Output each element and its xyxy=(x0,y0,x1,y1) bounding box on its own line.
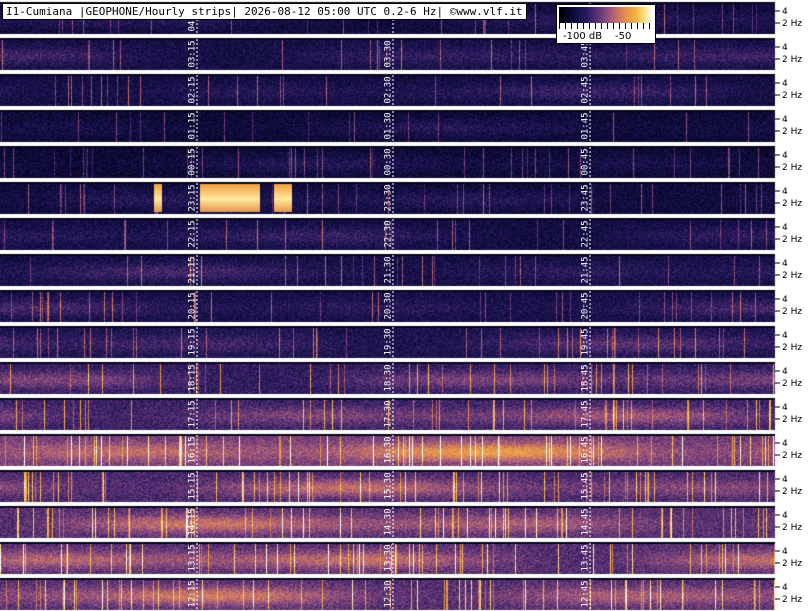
time-label: 17:30 xyxy=(384,400,394,427)
spectrogram-overlay: 04:1542 Hz03:1503:3003:4542 Hz02:1502:30… xyxy=(188,3,802,610)
time-label: 19:30 xyxy=(384,328,394,355)
time-label: 03:45 xyxy=(581,40,591,67)
time-label: 13:15 xyxy=(188,544,198,571)
time-label: 21:15 xyxy=(188,256,198,283)
frequency-tick-label: 4 xyxy=(782,187,788,197)
frequency-tick-label: 4 xyxy=(782,475,788,485)
time-label: 00:45 xyxy=(581,148,591,175)
time-label: 02:30 xyxy=(384,76,394,103)
time-label: 17:15 xyxy=(188,400,198,427)
time-label: 01:45 xyxy=(581,112,591,139)
time-label: 12:15 xyxy=(188,580,198,607)
frequency-tick-label: 4 xyxy=(782,511,788,521)
frequency-tick-label: 4 xyxy=(782,7,788,17)
colorbar-label-min: -100 dB xyxy=(563,31,603,42)
time-label: 01:30 xyxy=(384,112,394,139)
frequency-tick-label: 2 Hz xyxy=(782,595,802,605)
frequency-tick-label: 2 Hz xyxy=(782,91,802,101)
time-label: 22:30 xyxy=(384,220,394,247)
frequency-tick-label: 2 Hz xyxy=(782,559,802,569)
frequency-tick-label: 4 xyxy=(782,259,788,269)
time-label: 17:45 xyxy=(581,400,591,427)
time-label: 22:45 xyxy=(581,220,591,247)
frequency-tick-label: 4 xyxy=(782,439,788,449)
time-label: 18:30 xyxy=(384,364,394,391)
time-label: 01:15 xyxy=(188,112,198,139)
frequency-tick-label: 2 Hz xyxy=(782,379,802,389)
frequency-tick-label: 2 Hz xyxy=(782,415,802,425)
frequency-tick-label: 4 xyxy=(782,583,788,593)
frequency-tick-label: 4 xyxy=(782,223,788,233)
chart-title: I1-Cumiana |GEOPHONE/Hourly strips| 2026… xyxy=(2,3,527,20)
time-label: 15:15 xyxy=(188,472,198,499)
frequency-tick-label: 2 Hz xyxy=(782,523,802,533)
frequency-tick-label: 2 Hz xyxy=(782,307,802,317)
frequency-tick-label: 2 Hz xyxy=(782,235,802,245)
colorbar-legend: -100 dB -50 xyxy=(556,4,656,44)
frequency-tick-label: 4 xyxy=(782,547,788,557)
time-label: 14:45 xyxy=(581,508,591,535)
frequency-tick-label: 2 Hz xyxy=(782,199,802,209)
time-label: 19:45 xyxy=(581,328,591,355)
time-label: 20:30 xyxy=(384,292,394,319)
time-label: 20:15 xyxy=(188,292,198,319)
time-label: 00:30 xyxy=(384,148,394,175)
frequency-tick-label: 4 xyxy=(782,331,788,341)
frequency-tick-label: 2 Hz xyxy=(782,271,802,281)
frequency-tick-label: 2 Hz xyxy=(782,19,802,29)
frequency-tick-label: 2 Hz xyxy=(782,163,802,173)
colorbar-gradient xyxy=(559,7,652,23)
frequency-tick-label: 4 xyxy=(782,151,788,161)
time-label: 03:15 xyxy=(188,40,198,67)
time-label: 02:45 xyxy=(581,76,591,103)
frequency-tick-label: 4 xyxy=(782,79,788,89)
time-label: 21:30 xyxy=(384,256,394,283)
frequency-tick-label: 2 Hz xyxy=(782,487,802,497)
time-label: 02:15 xyxy=(188,76,198,103)
time-label: 22:15 xyxy=(188,220,198,247)
time-label: 18:15 xyxy=(188,364,198,391)
frequency-tick-label: 2 Hz xyxy=(782,343,802,353)
time-label: 18:45 xyxy=(581,364,591,391)
time-label: 19:15 xyxy=(188,328,198,355)
time-label: 13:45 xyxy=(581,544,591,571)
spectrogram-chart: 04:1542 Hz03:1503:3003:4542 Hz02:1502:30… xyxy=(0,0,812,611)
time-label: 00:15 xyxy=(188,148,198,175)
frequency-tick-label: 4 xyxy=(782,115,788,125)
time-label: 12:30 xyxy=(384,580,394,607)
frequency-tick-label: 4 xyxy=(782,367,788,377)
frequency-tick-label: 2 Hz xyxy=(782,55,802,65)
time-label: 23:45 xyxy=(581,184,591,211)
time-label: 14:15 xyxy=(188,508,198,535)
time-label: 13:30 xyxy=(384,544,394,571)
frequency-tick-label: 4 xyxy=(782,295,788,305)
time-label: 16:45 xyxy=(581,436,591,463)
time-label: 21:45 xyxy=(581,256,591,283)
time-label: 14:30 xyxy=(384,508,394,535)
frequency-tick-label: 4 xyxy=(782,403,788,413)
time-label: 16:15 xyxy=(188,436,198,463)
colorbar-ticks xyxy=(559,23,652,29)
frequency-tick-label: 2 Hz xyxy=(782,127,802,137)
time-label: 23:15 xyxy=(188,184,198,211)
time-label: 16:30 xyxy=(384,436,394,463)
frequency-tick-label: 4 xyxy=(782,43,788,53)
colorbar-label-max: -50 xyxy=(615,31,632,42)
frequency-tick-label: 2 Hz xyxy=(782,451,802,461)
time-label: 12:45 xyxy=(581,580,591,607)
time-label: 03:30 xyxy=(384,40,394,67)
time-label: 15:45 xyxy=(581,472,591,499)
time-label: 20:45 xyxy=(581,292,591,319)
time-label: 15:30 xyxy=(384,472,394,499)
time-label: 23:30 xyxy=(384,184,394,211)
